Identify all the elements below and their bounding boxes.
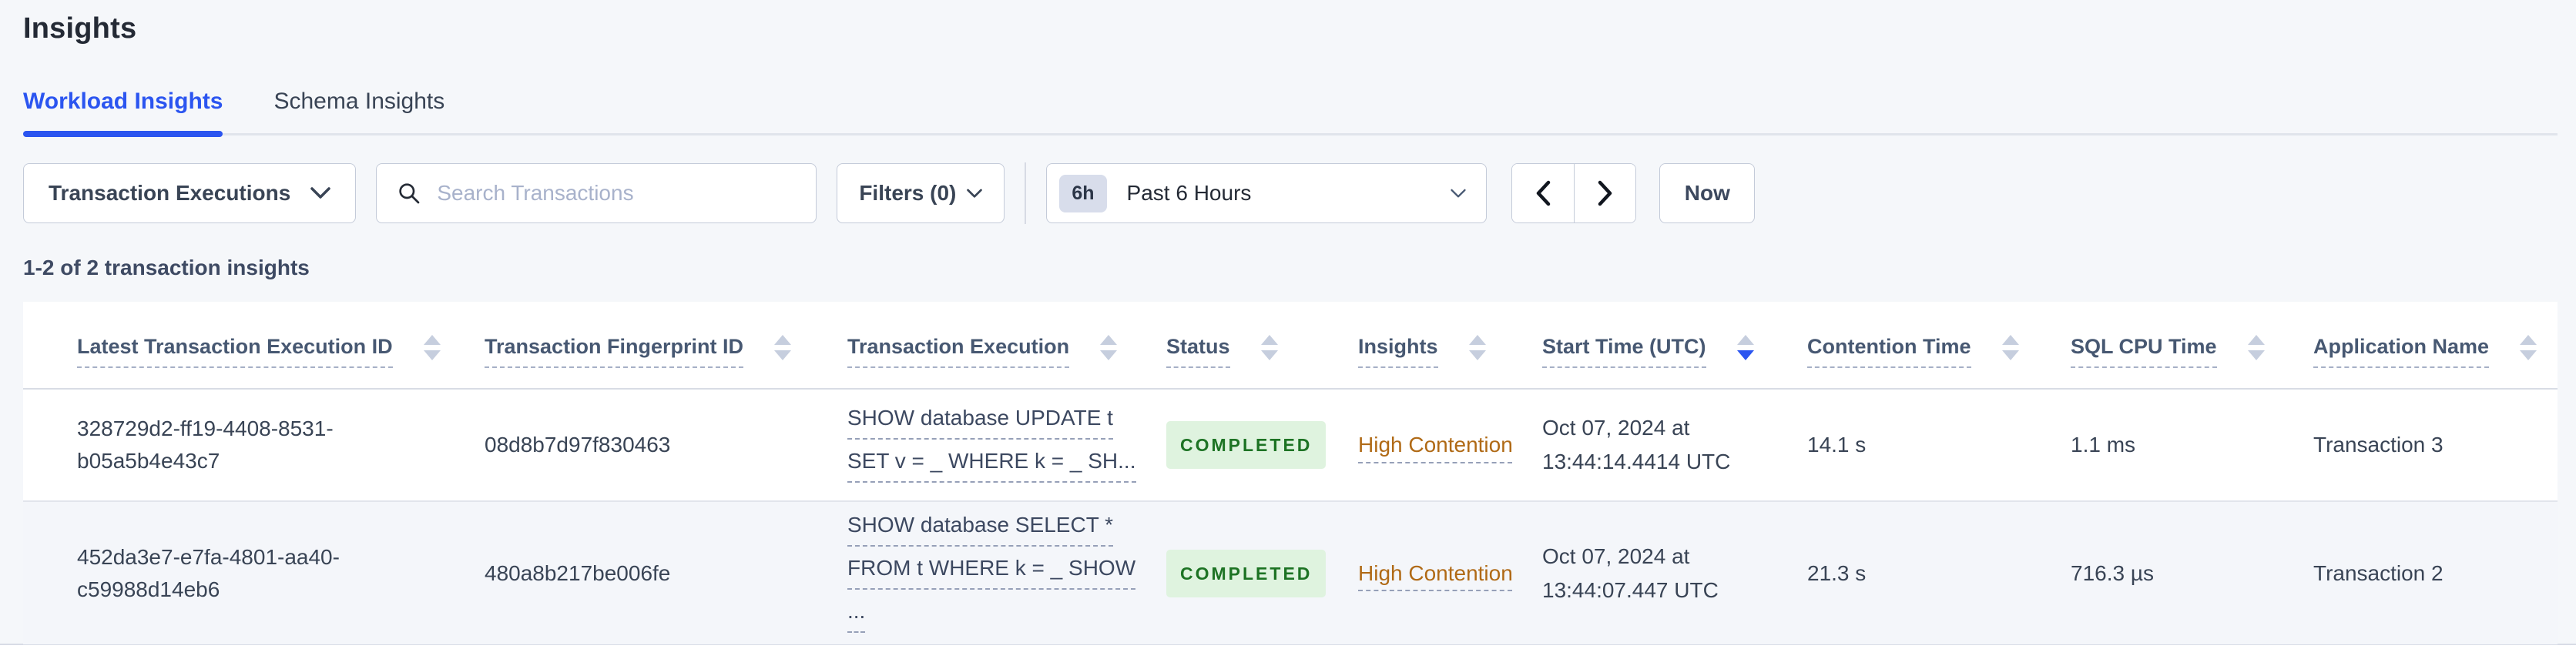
now-button[interactable]: Now bbox=[1659, 163, 1756, 223]
insights-table: Latest Transaction Execution ID Transact… bbox=[23, 302, 2558, 644]
results-summary: 1-2 of 2 transaction insights bbox=[23, 256, 310, 279]
chevron-left-icon bbox=[1535, 180, 1551, 206]
toolbar-divider bbox=[1025, 162, 1027, 224]
search-box[interactable] bbox=[376, 163, 817, 223]
cell-fingerprint-id: 480a8b217be006fe bbox=[485, 560, 671, 585]
cell-status: COMPLETED bbox=[1166, 549, 1358, 597]
high-contention-link[interactable]: High Contention bbox=[1358, 433, 1513, 457]
cell-application-name: Transaction 3 bbox=[2313, 433, 2444, 457]
time-prev-button[interactable] bbox=[1512, 164, 1575, 222]
insights-page: Insights Workload Insights Schema Insigh… bbox=[0, 0, 2576, 645]
table-row: 452da3e7-e7fa-4801-aa40-c59988d14eb6 480… bbox=[23, 500, 2558, 644]
cell-transaction-execution: SHOW database UPDATE t SET v = _ WHERE k… bbox=[847, 402, 1166, 488]
time-range-badge: 6h bbox=[1059, 174, 1107, 212]
chevron-right-icon bbox=[1597, 180, 1614, 206]
cell-insights: High Contention bbox=[1358, 424, 1542, 466]
sort-icon bbox=[2247, 335, 2265, 368]
tab-bar: Workload Insights Schema Insights bbox=[23, 89, 2558, 137]
column-header-sql-cpu-time[interactable]: SQL CPU Time bbox=[2071, 335, 2313, 388]
chevron-down-icon bbox=[967, 189, 983, 199]
transaction-statement-link[interactable]: SHOW database SELECT * bbox=[847, 509, 1113, 547]
cell-contention-time: 14.1 s bbox=[1807, 433, 1867, 457]
time-range-label: Past 6 Hours bbox=[1126, 181, 1252, 205]
search-input[interactable] bbox=[437, 181, 797, 206]
cell-transaction-execution: SHOW database SELECT * FROM t WHERE k = … bbox=[847, 509, 1166, 638]
transaction-statement-link[interactable]: ... bbox=[847, 595, 866, 633]
table-header-row: Latest Transaction Execution ID Transact… bbox=[23, 302, 2558, 390]
high-contention-link[interactable]: High Contention bbox=[1358, 561, 1513, 585]
toolbar: Transaction Executions Filters (0) 6h Pa… bbox=[23, 162, 2558, 224]
cell-fingerprint-id: 08d8b7d97f830463 bbox=[485, 433, 671, 457]
cell-contention-time: 21.3 s bbox=[1807, 560, 1867, 585]
time-range-picker[interactable]: 6h Past 6 Hours bbox=[1046, 163, 1488, 223]
status-badge: COMPLETED bbox=[1166, 421, 1327, 469]
column-header-status[interactable]: Status bbox=[1166, 335, 1358, 388]
cell-latest-execution-id: 328729d2-ff19-4408-8531-b05a5b4e43c7 bbox=[77, 416, 334, 473]
sort-icon bbox=[1468, 335, 1486, 368]
cell-sql-cpu-time: 1.1 ms bbox=[2071, 433, 2136, 457]
column-header-insights[interactable]: Insights bbox=[1358, 335, 1542, 388]
search-icon bbox=[397, 181, 421, 206]
cell-start-time: Oct 07, 2024 at 13:44:14.4414 UTC bbox=[1542, 416, 1731, 473]
sort-icon bbox=[1100, 335, 1118, 368]
cell-sql-cpu-time: 716.3 µs bbox=[2071, 560, 2154, 585]
time-nav-group bbox=[1511, 163, 1637, 223]
sort-icon bbox=[1260, 335, 1278, 368]
cell-latest-execution-id: 452da3e7-e7fa-4801-aa40-c59988d14eb6 bbox=[77, 544, 340, 601]
sort-icon bbox=[2001, 335, 2019, 368]
sort-icon-active-desc bbox=[1736, 335, 1754, 368]
cell-status: COMPLETED bbox=[1166, 421, 1358, 469]
sort-icon bbox=[2520, 335, 2537, 368]
transaction-statement-link[interactable]: FROM t WHERE k = _ SHOW bbox=[847, 552, 1136, 590]
cell-start-time: Oct 07, 2024 at 13:44:07.447 UTC bbox=[1542, 544, 1719, 602]
time-next-button[interactable] bbox=[1574, 164, 1636, 222]
column-header-start-time[interactable]: Start Time (UTC) bbox=[1542, 335, 1807, 388]
execution-type-dropdown-label: Transaction Executions bbox=[49, 181, 291, 205]
transaction-statement-link[interactable]: SET v = _ WHERE k = _ SH... bbox=[847, 445, 1136, 483]
column-header-application-name[interactable]: Application Name bbox=[2313, 335, 2558, 388]
column-header-fingerprint-id[interactable]: Transaction Fingerprint ID bbox=[485, 335, 847, 388]
transaction-statement-link[interactable]: SHOW database UPDATE t bbox=[847, 402, 1113, 440]
filters-button-label: Filters (0) bbox=[859, 181, 957, 205]
sort-icon bbox=[423, 335, 441, 368]
filters-button[interactable]: Filters (0) bbox=[837, 163, 1005, 223]
execution-type-dropdown[interactable]: Transaction Executions bbox=[23, 163, 357, 223]
chevron-down-icon bbox=[1451, 189, 1466, 199]
column-header-contention-time[interactable]: Contention Time bbox=[1807, 335, 2071, 388]
chevron-down-icon bbox=[310, 187, 331, 199]
tab-workload-insights[interactable]: Workload Insights bbox=[23, 89, 223, 137]
status-badge: COMPLETED bbox=[1166, 549, 1327, 597]
tab-schema-insights[interactable]: Schema Insights bbox=[273, 89, 444, 133]
cell-insights: High Contention bbox=[1358, 553, 1542, 594]
page-title: Insights bbox=[23, 12, 137, 45]
sort-icon bbox=[774, 335, 792, 368]
column-header-transaction-execution[interactable]: Transaction Execution bbox=[847, 335, 1166, 388]
column-header-latest-execution-id[interactable]: Latest Transaction Execution ID bbox=[77, 335, 485, 388]
cell-application-name: Transaction 2 bbox=[2313, 560, 2444, 585]
table-row: 328729d2-ff19-4408-8531-b05a5b4e43c7 08d… bbox=[23, 390, 2558, 500]
